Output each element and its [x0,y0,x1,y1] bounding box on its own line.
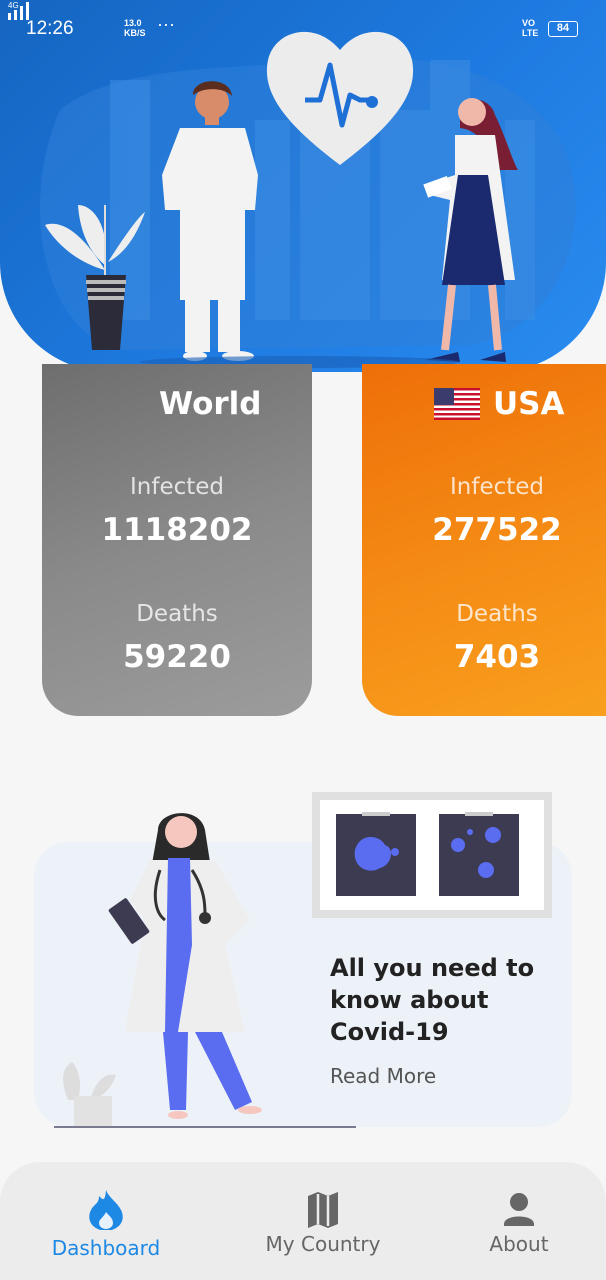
world-deaths-value: 59220 [123,639,231,675]
world-deaths-label: Deaths [136,601,218,627]
usa-deaths-label: Deaths [456,601,538,627]
nav-my-country[interactable]: My Country [222,1162,424,1280]
usa-deaths-value: 7403 [453,639,541,675]
info-headline: All you need to know about Covid-19 [330,954,535,1046]
usa-title: USA [493,386,565,422]
status-bar: 12:26 4G 13.0 KB/S ··· VO LTE 84 [0,0,606,60]
usa-infected-value: 277522 [432,512,562,548]
map-icon [308,1192,338,1228]
svg-text:4G: 4G [8,1,19,10]
doctor-xray-illustration [63,792,552,1126]
world-title: World [159,386,262,422]
nav-about-label: About [489,1232,549,1256]
world-infected-label: Infected [129,474,225,500]
world-stats-card[interactable]: World Infected 1118202 Deaths 59220 [42,364,312,716]
usa-infected-label: Infected [449,474,545,500]
nav-my-country-label: My Country [265,1232,381,1256]
bottom-navigation: Dashboard My Country About [0,1162,606,1280]
nav-about[interactable]: About [418,1162,606,1280]
read-more-link[interactable]: Read More [330,1064,436,1088]
flame-icon [89,1190,123,1230]
network-speed: 13.0 KB/S [124,18,146,38]
usa-stats-card[interactable]: USA Infected 277522 Deaths 7403 [362,364,606,716]
signal-icon: 4G [8,1,29,20]
header-banner: 12:26 4G 13.0 KB/S ··· VO LTE 84 [0,0,606,372]
volte-icon: VO LTE [522,18,539,38]
battery-icon: 84 [548,21,578,37]
usa-flag-icon [434,388,480,420]
person-icon [504,1193,534,1226]
nav-dashboard[interactable]: Dashboard [5,1162,207,1280]
world-infected-value: 1118202 [101,512,253,548]
more-icon: ··· [157,14,175,34]
divider [54,1126,356,1128]
nav-dashboard-label: Dashboard [51,1236,161,1260]
